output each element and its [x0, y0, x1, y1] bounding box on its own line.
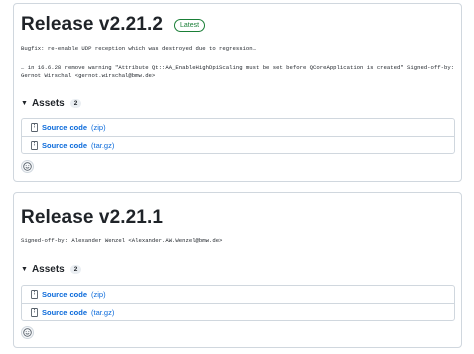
latest-badge: Latest: [174, 18, 206, 32]
release-card: Release v2.21.1 Signed-off-by: Alexander…: [13, 192, 462, 348]
assets-toggle[interactable]: ▼ Assets 2: [21, 264, 82, 275]
smiley-icon: [23, 162, 32, 171]
asset-list: Source code (zip) Source code (tar.gz): [21, 118, 455, 154]
release-note-line: Bugfix: re-enable UDP reception which wa…: [21, 45, 256, 52]
asset-name-link[interactable]: Source code: [42, 290, 87, 299]
release-note-line: Signed-off-by: Alexander Wenzel <Alexand…: [21, 237, 223, 244]
asset-type[interactable]: (tar.gz): [91, 308, 114, 317]
assets-label: Assets: [31, 98, 65, 109]
release-note-line: Gernot Wirschal <gernot.wirschal@bmw.de>: [21, 72, 156, 79]
asset-row[interactable]: Source code (zip): [22, 286, 454, 303]
assets-count-badge: 2: [69, 99, 82, 108]
smiley-icon: [23, 328, 32, 337]
asset-type[interactable]: (zip): [91, 290, 106, 299]
release-header: Release v2.21.1: [21, 207, 163, 229]
file-zip-icon: [31, 290, 38, 299]
asset-name-link[interactable]: Source code: [42, 308, 87, 317]
release-card: Release v2.21.2 Latest Bugfix: re-enable…: [13, 3, 462, 182]
file-zip-icon: [31, 140, 38, 150]
release-note-line: … in 16.6.28 remove warning "Attribute Q…: [21, 64, 455, 71]
asset-type[interactable]: (zip): [91, 123, 106, 132]
file-zip-icon: [31, 123, 38, 132]
add-reaction-button[interactable]: [21, 326, 34, 339]
asset-list: Source code (zip) Source code (tar.gz): [21, 285, 455, 321]
asset-row[interactable]: Source code (tar.gz): [22, 136, 454, 153]
asset-type[interactable]: (tar.gz): [91, 141, 114, 150]
release-title[interactable]: Release v2.21.2: [21, 14, 163, 36]
release-header: Release v2.21.2 Latest: [21, 14, 206, 36]
release-title[interactable]: Release v2.21.1: [21, 207, 163, 229]
asset-name-link[interactable]: Source code: [42, 123, 87, 132]
triangle-down-icon: ▼: [21, 100, 28, 107]
asset-row[interactable]: Source code (tar.gz): [22, 303, 454, 320]
assets-toggle[interactable]: ▼ Assets 2: [21, 98, 82, 109]
assets-label: Assets: [31, 264, 65, 275]
triangle-down-icon: ▼: [21, 266, 28, 273]
assets-count-badge: 2: [69, 265, 82, 274]
add-reaction-button[interactable]: [21, 160, 34, 173]
file-zip-icon: [31, 307, 38, 317]
asset-name-link[interactable]: Source code: [42, 141, 87, 150]
asset-row[interactable]: Source code (zip): [22, 119, 454, 136]
